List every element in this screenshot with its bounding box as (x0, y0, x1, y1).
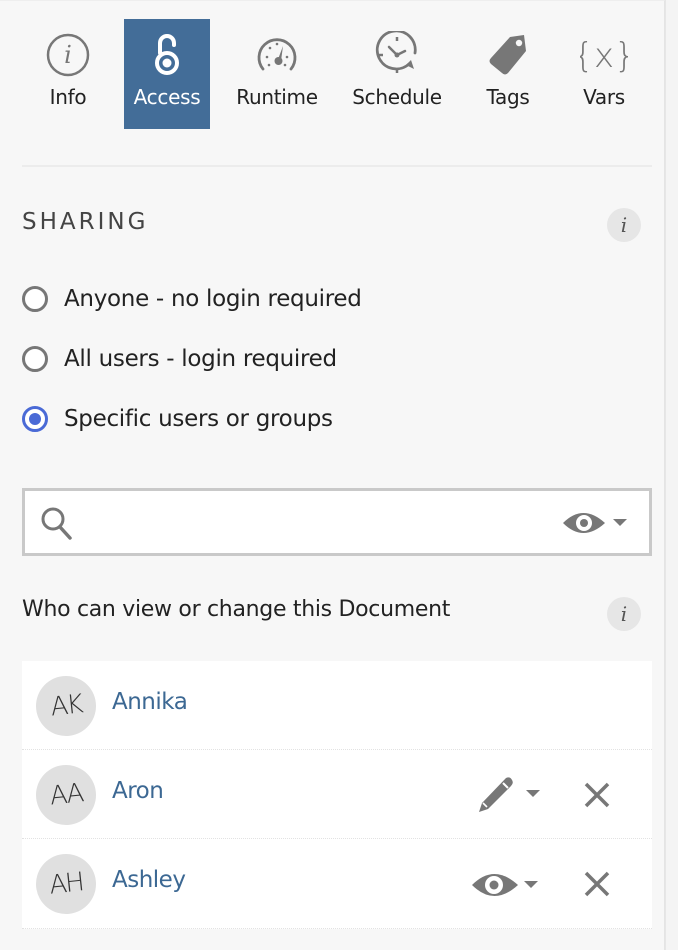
remove-user-button[interactable] (582, 869, 612, 899)
close-icon (584, 871, 610, 897)
pencil-icon (479, 777, 513, 812)
tab-access[interactable]: Access (124, 19, 210, 129)
collaborator-list: AK Annika AA Aron AH Ashley (22, 661, 652, 929)
user-name-link[interactable]: Annika (112, 689, 188, 715)
chevron-down-icon (524, 881, 538, 888)
eye-icon (472, 874, 518, 896)
chevron-down-icon (526, 790, 540, 797)
avatar: AA (33, 762, 99, 828)
radio-specific-users-circle[interactable] (22, 406, 48, 432)
avatar: AK (33, 673, 99, 739)
tab-info-label: Info (49, 85, 87, 109)
tab-bar: i Info Access Runtime Schedule Tags x Va… (0, 19, 665, 129)
tab-tags[interactable]: Tags (468, 19, 548, 129)
radio-all-users-circle[interactable] (22, 346, 48, 372)
svg-text:{x}: {x} (580, 36, 628, 76)
tab-schedule[interactable]: Schedule (346, 19, 448, 129)
info-icon: i (46, 33, 90, 77)
sharing-info-button[interactable]: i (607, 208, 641, 242)
variable-braces-icon: {x} (580, 36, 628, 76)
svg-text:i: i (64, 41, 72, 69)
tab-tags-label: Tags (486, 85, 530, 109)
radio-all-users[interactable]: All users - login required (22, 342, 337, 376)
speedometer-icon (257, 38, 297, 71)
settings-panel: i Info Access Runtime Schedule Tags x Va… (0, 0, 665, 950)
radio-all-users-label: All users - login required (64, 346, 337, 372)
radio-anyone-circle[interactable] (22, 286, 48, 312)
tag-icon (489, 35, 526, 75)
list-item: AH Ashley (22, 839, 652, 929)
list-item: AK Annika (22, 661, 652, 750)
search-icon (41, 507, 72, 540)
chevron-down-icon (613, 519, 627, 526)
user-search-box (22, 488, 652, 556)
clock-refresh-icon (375, 31, 417, 73)
radio-anyone-label: Anyone - no login required (64, 286, 362, 312)
role-dropdown-viewer[interactable] (470, 865, 544, 905)
close-icon (584, 782, 610, 808)
role-dropdown-editor[interactable] (474, 774, 548, 814)
tab-access-label: Access (133, 85, 201, 109)
collaborators-info-button[interactable]: i (607, 597, 641, 631)
list-item: AA Aron (22, 750, 652, 839)
tab-runtime[interactable]: Runtime (230, 19, 324, 129)
user-name-link[interactable]: Aron (112, 778, 164, 804)
scrollbar-track[interactable] (665, 0, 678, 950)
tab-vars-label: Vars (583, 85, 625, 109)
permission-dropdown[interactable] (561, 507, 635, 539)
tab-runtime-label: Runtime (236, 85, 318, 109)
divider (22, 165, 652, 167)
radio-specific-users[interactable]: Specific users or groups (22, 402, 333, 436)
collaborators-title: Who can view or change this Document (22, 597, 451, 622)
remove-user-button[interactable] (582, 780, 612, 810)
open-lock-icon (155, 34, 179, 75)
user-name-link[interactable]: Ashley (112, 867, 186, 893)
user-search-input[interactable] (89, 499, 553, 545)
tab-schedule-label: Schedule (352, 85, 442, 109)
radio-specific-users-label: Specific users or groups (64, 406, 333, 432)
radio-anyone[interactable]: Anyone - no login required (22, 282, 362, 316)
tab-info[interactable]: i Info (22, 19, 114, 129)
tab-vars[interactable]: {x} Vars (568, 19, 640, 129)
sharing-title: SHARING (22, 209, 149, 235)
avatar: AH (33, 851, 99, 917)
